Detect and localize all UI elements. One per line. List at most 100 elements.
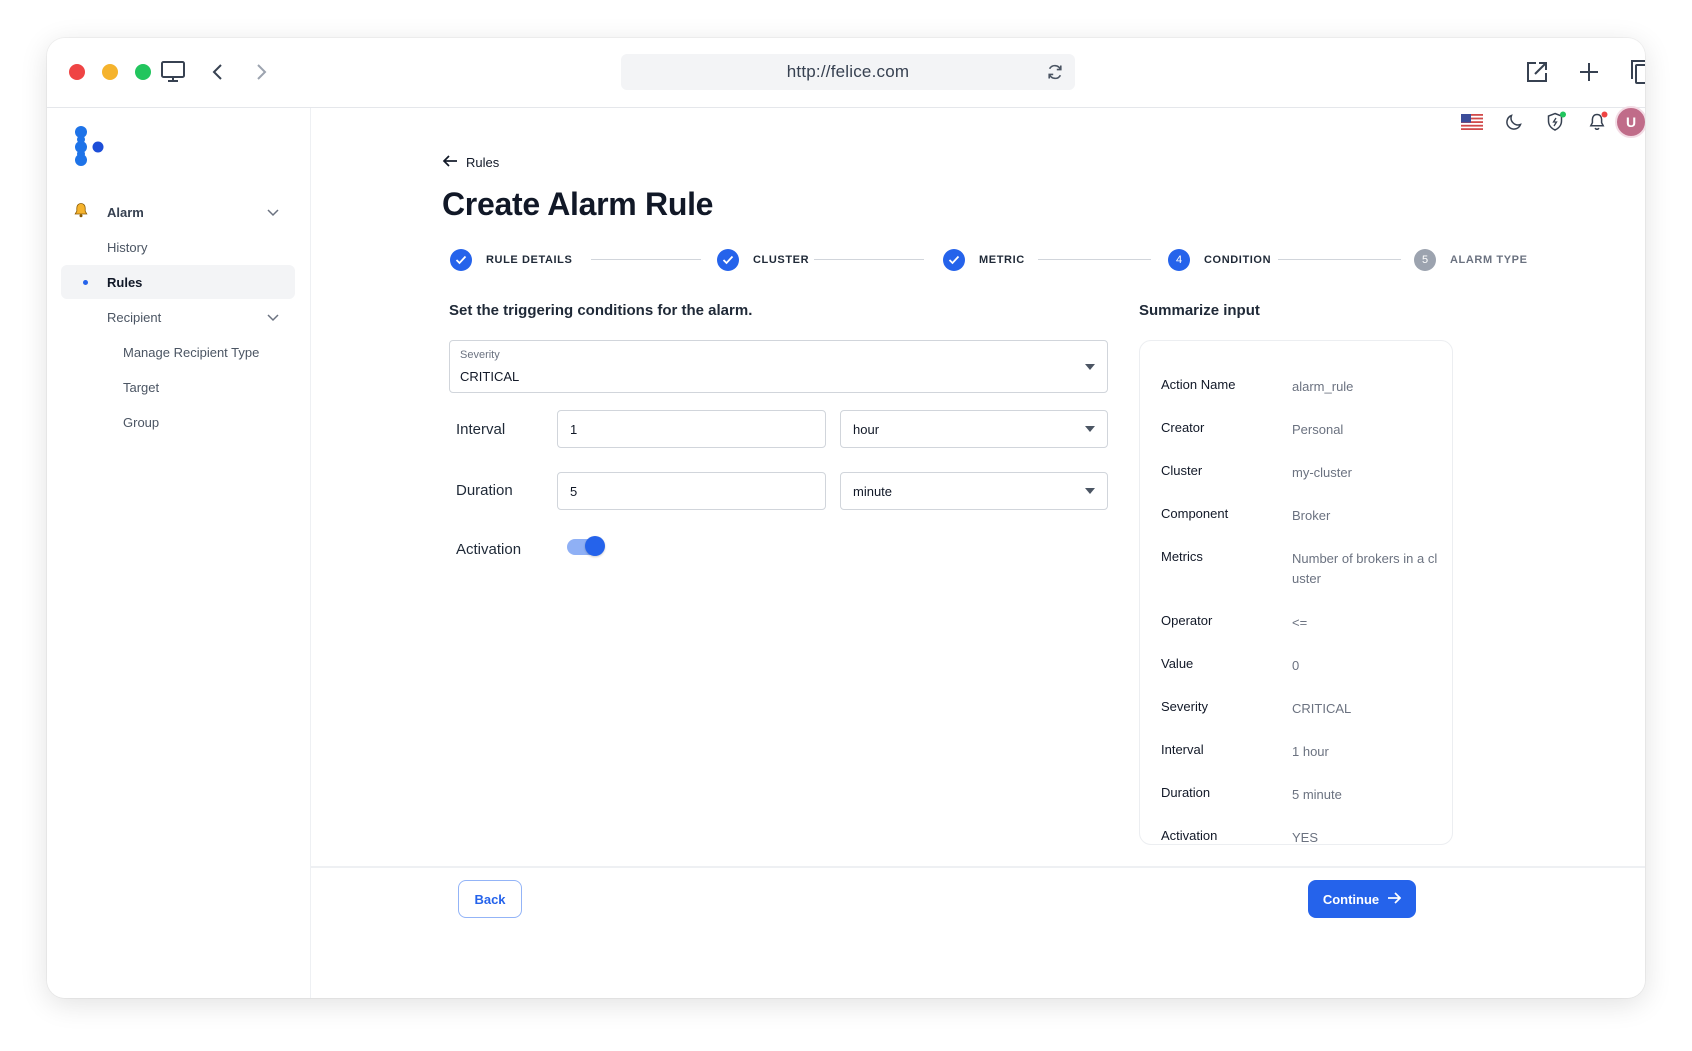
url-text: http://felice.com: [786, 62, 910, 81]
step-cluster[interactable]: CLUSTER: [717, 248, 809, 272]
summary-value: 0: [1292, 658, 1300, 673]
step-label: ALARM TYPE: [1450, 254, 1528, 266]
sidebar-item-group[interactable]: Group: [61, 405, 295, 439]
chevron-right-icon[interactable]: [247, 58, 275, 86]
continue-button-label: Continue: [1322, 891, 1380, 907]
severity-select[interactable]: Severity CRITICAL: [449, 340, 1108, 393]
summary-value: CRITICAL: [1292, 701, 1352, 716]
chevron-down-icon[interactable]: [265, 204, 281, 220]
address-bar[interactable]: http://felice.com: [621, 54, 1075, 90]
duration-unit-value: minute: [853, 484, 893, 499]
monitor-icon[interactable]: [159, 58, 187, 86]
step-connector: [1038, 259, 1151, 260]
summary-value: Broker: [1292, 508, 1331, 523]
interval-unit-value: hour: [853, 422, 880, 437]
sidebar-item-history[interactable]: History: [61, 230, 295, 264]
sidebar-item-label: Recipient: [107, 309, 162, 325]
footer-bar: Back Continue: [311, 866, 1645, 998]
breadcrumb-back-label[interactable]: Rules: [466, 155, 499, 170]
step-label: RULE DETAILS: [486, 254, 573, 266]
activation-label: Activation: [456, 541, 522, 558]
severity-value: CRITICAL: [460, 369, 520, 384]
summary-value: YES: [1292, 830, 1319, 845]
duration-label: Duration: [456, 482, 513, 499]
flag-us-icon[interactable]: [1459, 109, 1485, 135]
step-alarm-type[interactable]: 5 ALARM TYPE: [1414, 248, 1528, 272]
step-label: CLUSTER: [753, 254, 810, 266]
summary-value: Number of brokers in a cluster: [1292, 551, 1438, 586]
summary-key: Activation: [1161, 828, 1218, 843]
severity-label: Severity: [460, 349, 500, 361]
duration-value: 5: [570, 484, 578, 499]
summary-key: Severity: [1161, 699, 1208, 714]
summary-key: Component: [1161, 506, 1229, 521]
summary-value: Personal: [1292, 422, 1344, 437]
app-logo[interactable]: [71, 126, 107, 166]
summary-key: Cluster: [1161, 463, 1203, 478]
chevron-down-icon: [1085, 426, 1095, 432]
plus-icon[interactable]: [1575, 58, 1603, 86]
bell-icon[interactable]: [1585, 109, 1611, 135]
window-maximize-button[interactable]: [135, 64, 151, 80]
arrow-left-icon[interactable]: [442, 154, 458, 171]
alarm-bell-icon: [73, 202, 89, 222]
summary-key: Creator: [1161, 420, 1205, 435]
step-metric[interactable]: METRIC: [943, 248, 1025, 272]
interval-unit-select[interactable]: hour: [840, 410, 1108, 448]
browser-window: http://felice.com Alarm History Rules Re…: [47, 38, 1645, 998]
back-button[interactable]: Back: [458, 880, 522, 918]
chevron-down-icon: [1085, 488, 1095, 494]
chevron-left-icon[interactable]: [204, 58, 232, 86]
sidebar-item-recipient[interactable]: Recipient: [61, 300, 295, 334]
summary-card: Action Name alarm_rule Creator Personal …: [1139, 340, 1453, 845]
sidebar-item-rules[interactable]: Rules: [61, 265, 295, 299]
step-connector: [814, 259, 924, 260]
check-icon: [717, 249, 739, 271]
summary-key: Interval: [1161, 742, 1204, 757]
check-icon: [943, 249, 965, 271]
summary-key: Value: [1161, 656, 1194, 671]
sidebar-item-target[interactable]: Target: [61, 370, 295, 404]
duration-unit-select[interactable]: minute: [840, 472, 1108, 510]
step-number: 5: [1414, 249, 1436, 271]
duration-input[interactable]: 5: [557, 472, 826, 510]
step-condition[interactable]: 4 CONDITION: [1168, 248, 1271, 272]
form-title: Set the triggering conditions for the al…: [449, 302, 753, 319]
sidebar-item-manage-recipient-type[interactable]: Manage Recipient Type: [61, 335, 295, 369]
arrow-right-icon: [1387, 891, 1402, 907]
step-label: METRIC: [979, 254, 1025, 266]
summary-value: 1 hour: [1292, 744, 1329, 759]
breadcrumb[interactable]: Rules: [442, 154, 499, 171]
toggle-knob: [585, 536, 605, 556]
sidebar-item-label: Group: [123, 414, 160, 430]
summary-key: Operator: [1161, 613, 1213, 628]
sidebar-item-label: Rules: [107, 274, 143, 290]
summary-value: my-cluster: [1292, 465, 1352, 480]
summary-key: Duration: [1161, 785, 1211, 800]
reload-icon[interactable]: [1043, 60, 1067, 84]
external-link-icon[interactable]: [1523, 58, 1551, 86]
summary-title: Summarize input: [1139, 302, 1260, 319]
window-minimize-button[interactable]: [102, 64, 118, 80]
continue-button[interactable]: Continue: [1308, 880, 1416, 918]
copy-icon[interactable]: [1627, 58, 1645, 86]
step-rule-details[interactable]: RULE DETAILS: [450, 248, 572, 272]
sidebar-item-alarm[interactable]: Alarm: [61, 195, 295, 229]
sidebar-item-label: History: [107, 239, 148, 255]
interval-value: 1: [570, 422, 578, 437]
summary-key: Metrics: [1161, 549, 1203, 564]
interval-input[interactable]: 1: [557, 410, 826, 448]
back-button-label: Back: [474, 891, 506, 907]
sidebar-item-label: Target: [123, 379, 160, 395]
activation-toggle[interactable]: [567, 536, 605, 556]
browser-toolbar: http://felice.com: [47, 38, 1645, 108]
sidebar-item-label: Manage Recipient Type: [123, 344, 260, 360]
shield-icon[interactable]: [1543, 109, 1569, 135]
chevron-down-icon[interactable]: [265, 309, 281, 325]
sidebar: Alarm History Rules Recipient Manage Rec…: [47, 108, 311, 998]
summary-key: Action Name: [1161, 377, 1236, 392]
step-label: CONDITION: [1204, 254, 1272, 266]
user-avatar[interactable]: U: [1615, 106, 1645, 138]
window-close-button[interactable]: [69, 64, 85, 80]
moon-icon[interactable]: [1501, 109, 1527, 135]
